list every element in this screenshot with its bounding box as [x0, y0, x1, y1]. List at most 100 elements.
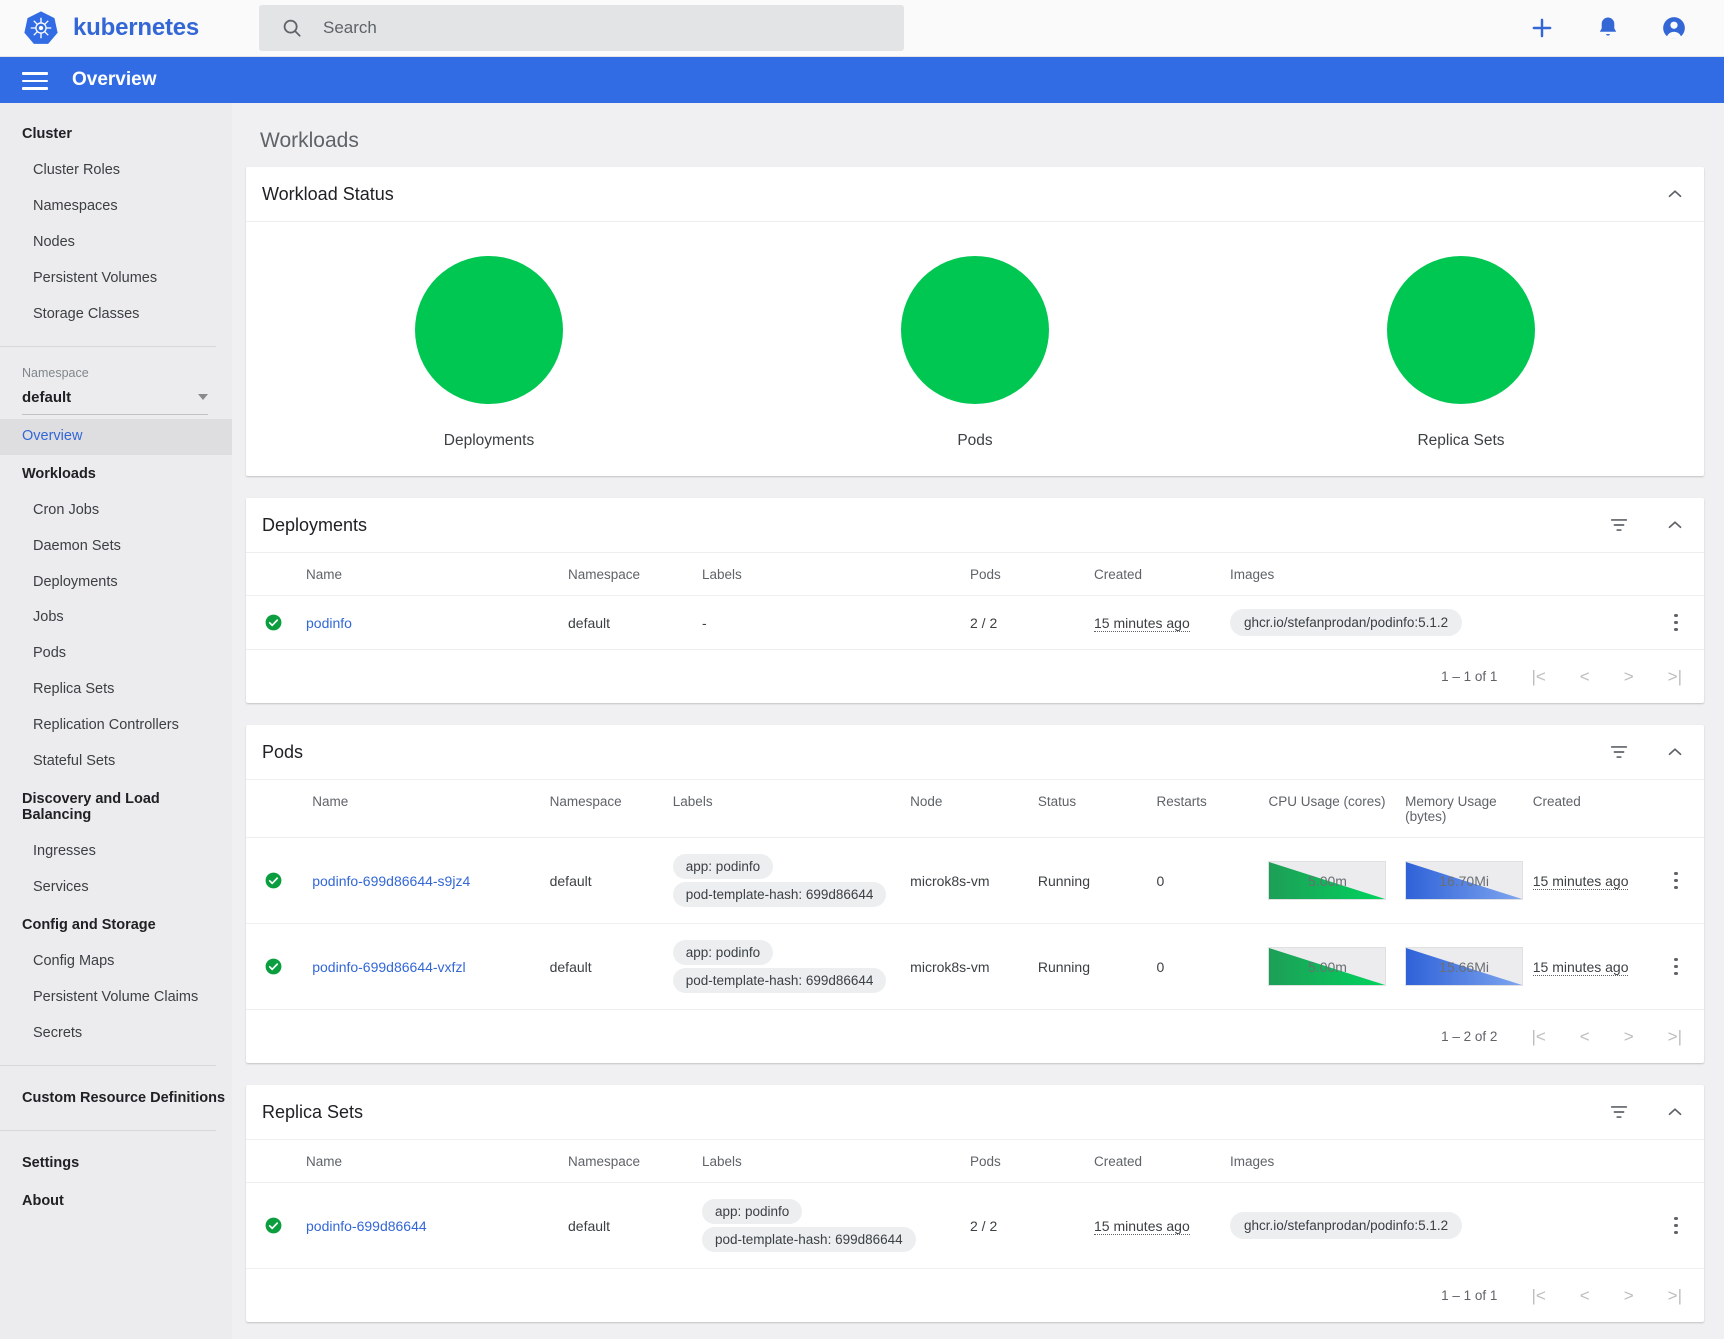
table-row[interactable]: podinfo default - 2 / 2 15 minutes ago g… [246, 596, 1704, 650]
sidebar-item-secrets[interactable]: Secrets [0, 1016, 232, 1052]
pagination-range: 1 – 2 of 2 [1441, 1029, 1497, 1044]
row-actions[interactable] [1648, 924, 1704, 1010]
sidebar-item-config-maps[interactable]: Config Maps [0, 944, 232, 980]
sidebar-item-overview[interactable]: Overview [0, 419, 232, 455]
last-page-icon[interactable]: >| [1668, 1287, 1682, 1304]
row-name[interactable]: podinfo-699d86644-vxfzl [304, 924, 541, 1010]
filter-icon[interactable] [1608, 514, 1630, 536]
sidebar-item-storage-classes[interactable]: Storage Classes [0, 297, 232, 333]
table-row[interactable]: podinfo-699d86644-s9jz4 default app: pod… [246, 838, 1704, 924]
sidebar-item-custom-resource-definitions[interactable]: Custom Resource Definitions [0, 1079, 232, 1117]
prev-page-icon[interactable]: < [1580, 1028, 1590, 1045]
sidebar-item-settings[interactable]: Settings [0, 1144, 232, 1182]
sidebar-item-about[interactable]: About [0, 1182, 232, 1220]
row-actions[interactable] [1648, 838, 1704, 924]
row-actions[interactable] [1648, 1183, 1704, 1269]
sidebar-item-persistent-volume-claims[interactable]: Persistent Volume Claims [0, 980, 232, 1016]
kebab-menu-icon[interactable] [1656, 614, 1696, 632]
sidebar-item-replica-sets[interactable]: Replica Sets [0, 672, 232, 708]
chevron-up-icon[interactable] [1664, 1101, 1686, 1123]
sidebar-item-cron-jobs[interactable]: Cron Jobs [0, 493, 232, 529]
row-name[interactable]: podinfo-699d86644-s9jz4 [304, 838, 541, 924]
pod-link[interactable]: podinfo-699d86644-vxfzl [312, 959, 465, 975]
created-timestamp: 15 minutes ago [1533, 873, 1629, 890]
table-row[interactable]: podinfo-699d86644-vxfzl default app: pod… [246, 924, 1704, 1010]
chevron-up-icon[interactable] [1664, 183, 1686, 205]
sidebar-item-namespaces[interactable]: Namespaces [0, 189, 232, 225]
cpu-value: 5.00m [1269, 862, 1385, 899]
plus-icon[interactable] [1528, 14, 1556, 42]
kebab-menu-icon[interactable] [1656, 872, 1696, 890]
namespace-select[interactable]: default [22, 389, 208, 415]
row-name[interactable]: podinfo [298, 596, 560, 650]
prev-page-icon[interactable]: < [1580, 1287, 1590, 1304]
row-created: 15 minutes ago [1086, 596, 1222, 650]
col-created: Created [1525, 780, 1648, 838]
replica-sets-table: Name Namespace Labels Pods Created Image… [246, 1140, 1704, 1269]
filter-icon[interactable] [1608, 1101, 1630, 1123]
sidebar-item-pods[interactable]: Pods [0, 636, 232, 672]
workload-status-replica-sets: Replica Sets [1218, 256, 1704, 450]
sidebar-item-nodes[interactable]: Nodes [0, 225, 232, 261]
cpu-value: 5.00m [1269, 948, 1385, 985]
sidebar-item-stateful-sets[interactable]: Stateful Sets [0, 744, 232, 780]
sidebar-divider-2 [0, 1065, 216, 1066]
search-input[interactable] [321, 5, 882, 51]
card-title: Deployments [262, 515, 367, 536]
sidebar-item-cluster-roles[interactable]: Cluster Roles [0, 153, 232, 189]
deployments-card: Deployments Name Namespace Labels [246, 498, 1704, 703]
main-content[interactable]: Workloads Workload Status Deployments [232, 103, 1724, 1339]
row-name[interactable]: podinfo-699d86644 [298, 1183, 560, 1269]
last-page-icon[interactable]: >| [1668, 668, 1682, 685]
col-labels: Labels [694, 553, 962, 596]
last-page-icon[interactable]: >| [1668, 1028, 1682, 1045]
first-page-icon[interactable]: |< [1531, 668, 1545, 685]
row-namespace: default [560, 1183, 694, 1269]
account-circle-icon[interactable] [1660, 14, 1688, 42]
sidebar-item-deployments[interactable]: Deployments [0, 565, 232, 601]
table-row[interactable]: podinfo-699d86644 default app: podinfo p… [246, 1183, 1704, 1269]
chevron-down-icon [198, 394, 208, 400]
kebab-menu-icon[interactable] [1656, 1217, 1696, 1235]
status-ok-icon [264, 1216, 283, 1235]
col-namespace: Namespace [542, 780, 665, 838]
kebab-menu-icon[interactable] [1656, 958, 1696, 976]
col-namespace: Namespace [560, 1140, 694, 1183]
deployment-link[interactable]: podinfo [306, 615, 352, 631]
card-title: Pods [262, 742, 303, 763]
sidebar-item-ingresses[interactable]: Ingresses [0, 834, 232, 870]
sidebar-item-services[interactable]: Services [0, 870, 232, 906]
col-restarts: Restarts [1149, 780, 1261, 838]
search-bar[interactable] [259, 5, 904, 51]
prev-page-icon[interactable]: < [1580, 668, 1590, 685]
first-page-icon[interactable]: |< [1531, 1287, 1545, 1304]
chevron-up-icon[interactable] [1664, 741, 1686, 763]
next-page-icon[interactable]: > [1624, 1028, 1634, 1045]
sidebar-item-daemon-sets[interactable]: Daemon Sets [0, 529, 232, 565]
hamburger-menu-icon[interactable] [22, 67, 48, 93]
label-chip: app: podinfo [702, 1199, 802, 1224]
sidebar-item-persistent-volumes[interactable]: Persistent Volumes [0, 261, 232, 297]
pods-status-label: Pods [957, 432, 992, 450]
row-actions[interactable] [1648, 596, 1704, 650]
chevron-up-icon[interactable] [1664, 514, 1686, 536]
row-images: ghcr.io/stefanprodan/podinfo:5.1.2 [1222, 596, 1648, 650]
brand[interactable]: kubernetes [0, 9, 235, 47]
col-actions [1648, 1140, 1704, 1183]
row-restarts: 0 [1149, 924, 1261, 1010]
namespace-label: Namespace [22, 366, 208, 380]
pod-link[interactable]: podinfo-699d86644-s9jz4 [312, 873, 470, 889]
pods-status-circle [901, 256, 1049, 404]
status-ok-icon [264, 871, 283, 890]
sidebar-item-jobs[interactable]: Jobs [0, 600, 232, 636]
replica-set-link[interactable]: podinfo-699d86644 [306, 1218, 427, 1234]
namespace-value: default [22, 389, 71, 406]
next-page-icon[interactable]: > [1624, 668, 1634, 685]
first-page-icon[interactable]: |< [1531, 1028, 1545, 1045]
sidebar-item-replication-controllers[interactable]: Replication Controllers [0, 708, 232, 744]
col-status [246, 553, 298, 596]
bell-icon[interactable] [1594, 14, 1622, 42]
next-page-icon[interactable]: > [1624, 1287, 1634, 1304]
col-name: Name [298, 1140, 560, 1183]
filter-icon[interactable] [1608, 741, 1630, 763]
